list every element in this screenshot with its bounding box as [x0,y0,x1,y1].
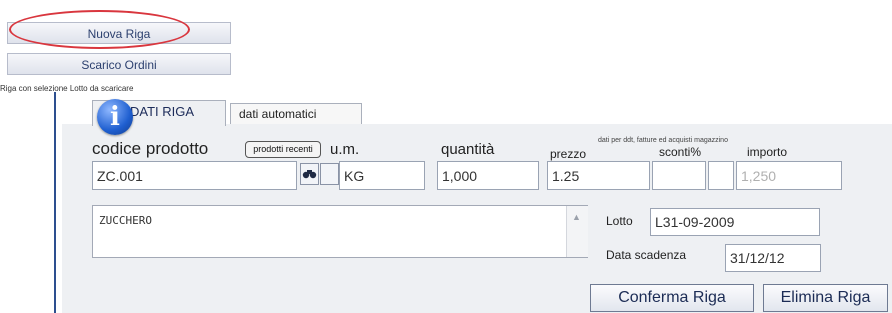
elimina-riga-button[interactable]: Elimina Riga [763,284,888,312]
label-sconti: sconti% [659,145,702,159]
descrizione-textarea[interactable]: ZUCCHERO [92,205,588,258]
scroll-up-icon[interactable]: ▲ [572,212,581,222]
scarico-ordini-button[interactable]: Scarico Ordini [7,53,231,75]
label-quantita: quantità [441,141,495,158]
label-um: u.m. [330,141,360,158]
data-scadenza-field[interactable]: 31/12/12 [725,244,821,272]
memo-scrollbar[interactable]: ▲ [566,206,588,257]
quantita-field[interactable]: 1,000 [437,161,539,190]
label-prezzo: prezzo [550,147,587,161]
info-icon: i [97,99,133,135]
sconto1-field[interactable] [652,161,706,190]
conferma-riga-button[interactable]: Conferma Riga [590,284,754,312]
tab-dati-automatici[interactable]: dati automatici [230,103,362,124]
label-codice-prodotto: codice prodotto [92,139,209,158]
prezzo-field[interactable]: 1.25 [547,161,650,190]
codice-prodotto-field[interactable]: ZC.001 [92,161,297,190]
label-importo: importo [747,145,788,159]
note-header: dati per ddt, fatture ed acquisti magazz… [598,137,728,144]
accent-divider [54,92,56,313]
binoculars-icon[interactable] [300,163,319,185]
prodotti-recenti-button[interactable]: prodotti recenti [245,141,321,158]
um-field[interactable]: KG [339,161,425,190]
caption-lotto: Riga con selezione Lotto da scaricare [0,84,134,93]
importo-field: 1,250 [736,161,842,190]
red-oval-highlight [9,10,190,49]
lookup-button[interactable] [320,163,339,185]
tab-dati-riga-label: DATI RIGA [130,104,195,119]
lotto-field[interactable]: L31-09-2009 [650,208,820,236]
sconto2-field[interactable] [708,161,734,190]
label-lotto: Lotto [606,214,633,228]
label-data-scadenza: Data scadenza [606,248,687,262]
